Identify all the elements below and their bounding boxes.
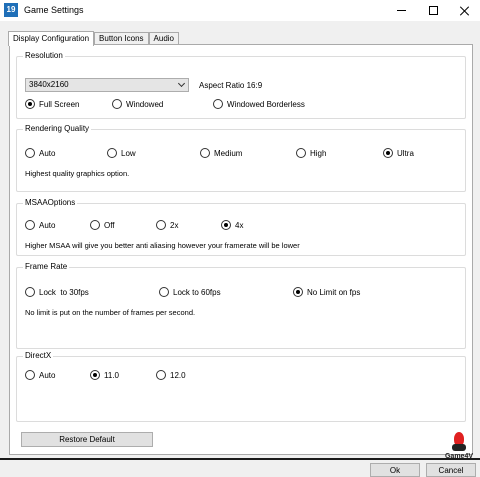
radio-button-icon: [156, 370, 166, 380]
radio-quality-high[interactable]: High: [296, 148, 326, 158]
radio-label: High: [310, 148, 327, 158]
radio-button-icon: [159, 287, 169, 297]
radio-label: Ultra: [397, 148, 414, 158]
restore-default-button[interactable]: Restore Default: [21, 432, 153, 447]
radio-button-icon: [90, 370, 100, 380]
tab-display-configuration[interactable]: Display Configuration: [8, 31, 95, 46]
minimize-icon: [396, 10, 406, 11]
close-icon: [460, 6, 470, 16]
radio-frame-lock-30[interactable]: Lock to 30fps: [25, 287, 89, 297]
radio-frame-lock-60[interactable]: Lock to 60fps: [159, 287, 221, 297]
footer-divider: [0, 458, 480, 460]
radio-label: 4x: [235, 220, 244, 230]
radio-windowed[interactable]: Windowed: [112, 99, 163, 109]
radio-quality-low[interactable]: Low: [107, 148, 136, 158]
directx-group: DirectX Auto 11.0 12.0: [16, 351, 466, 422]
radio-button-icon: [25, 220, 35, 230]
radio-button-icon: [25, 148, 35, 158]
radio-label: No Limit on fps: [307, 287, 361, 297]
radio-button-icon: [90, 220, 100, 230]
radio-full-screen[interactable]: Full Screen: [25, 99, 79, 109]
radio-label: 2x: [170, 220, 179, 230]
radio-label: Windowed: [126, 99, 164, 109]
minimize-button[interactable]: [385, 0, 417, 21]
radio-directx-12[interactable]: 12.0: [156, 370, 186, 380]
radio-msaa-4x[interactable]: 4x: [221, 220, 243, 230]
frame-rate-group: Frame Rate Lock to 30fps Lock to 60fps N…: [16, 262, 466, 349]
directx-title: DirectX: [23, 351, 54, 360]
resolution-select[interactable]: 3840x2160: [25, 78, 189, 92]
resolution-group: Resolution 3840x2160 Aspect Ratio 16:9 F…: [16, 51, 466, 119]
watermark-text: Game4V: [444, 453, 474, 460]
radio-label: 12.0: [170, 370, 186, 380]
radio-button-icon: [213, 99, 223, 109]
radio-button-icon: [25, 370, 35, 380]
chevron-down-icon: [177, 79, 186, 88]
radio-label: Off: [104, 220, 115, 230]
frame-rate-description: No limit is put on the number of frames …: [25, 308, 196, 317]
radio-button-icon: [200, 148, 210, 158]
radio-label: Lock to 60fps: [173, 287, 221, 297]
tab-strip: Display Configuration Button Icons Audio: [8, 30, 179, 46]
msaa-title: MSAAOptions: [23, 198, 78, 207]
radio-msaa-off[interactable]: Off: [90, 220, 115, 230]
radio-label: Medium: [214, 148, 243, 158]
radio-quality-ultra[interactable]: Ultra: [383, 148, 414, 158]
rendering-quality-group: Rendering Quality Auto Low Medium High U…: [16, 124, 466, 192]
rendering-quality-description: Highest quality graphics option.: [25, 169, 130, 178]
app-icon: 19: [4, 3, 18, 17]
cancel-button[interactable]: Cancel: [426, 463, 476, 477]
radio-button-icon: [25, 99, 35, 109]
msaa-group: MSAAOptions Auto Off 2x 4x Higher MSAA w…: [16, 198, 466, 256]
radio-button-icon: [383, 148, 393, 158]
radio-label: Windowed Borderless: [227, 99, 305, 109]
radio-windowed-borderless[interactable]: Windowed Borderless: [213, 99, 305, 109]
radio-label: Auto: [39, 148, 56, 158]
radio-label: Full Screen: [39, 99, 80, 109]
radio-label: Auto: [39, 220, 56, 230]
radio-msaa-2x[interactable]: 2x: [156, 220, 178, 230]
radio-button-icon: [156, 220, 166, 230]
frame-rate-title: Frame Rate: [23, 262, 70, 271]
close-button[interactable]: [449, 0, 480, 21]
radio-button-icon: [25, 287, 35, 297]
radio-frame-no-limit[interactable]: No Limit on fps: [293, 287, 360, 297]
radio-directx-auto[interactable]: Auto: [25, 370, 55, 380]
radio-button-icon: [293, 287, 303, 297]
radio-quality-auto[interactable]: Auto: [25, 148, 55, 158]
radio-label: 11.0: [104, 370, 119, 380]
watermark: Game4V: [440, 432, 478, 460]
ok-button[interactable]: Ok: [370, 463, 420, 477]
window-title: Game Settings: [24, 5, 84, 15]
radio-button-icon: [221, 220, 231, 230]
radio-quality-medium[interactable]: Medium: [200, 148, 242, 158]
radio-button-icon: [296, 148, 306, 158]
radio-msaa-auto[interactable]: Auto: [25, 220, 55, 230]
aspect-ratio-label: Aspect Ratio 16:9: [199, 81, 263, 90]
tab-panel: Resolution 3840x2160 Aspect Ratio 16:9 F…: [9, 44, 473, 455]
resolution-value: 3840x2160: [29, 80, 69, 89]
radio-label: Lock to 30fps: [39, 287, 89, 297]
radio-label: Auto: [39, 370, 56, 380]
maximize-button[interactable]: [417, 0, 449, 21]
rendering-quality-title: Rendering Quality: [23, 124, 92, 133]
radio-directx-11[interactable]: 11.0: [90, 370, 119, 380]
msaa-description: Higher MSAA will give you better anti al…: [25, 241, 300, 250]
watermark-logo-icon: [452, 432, 466, 452]
radio-button-icon: [107, 148, 117, 158]
radio-button-icon: [112, 99, 122, 109]
radio-label: Low: [121, 148, 136, 158]
maximize-icon: [428, 6, 438, 15]
resolution-title: Resolution: [23, 51, 65, 60]
title-bar: 19 Game Settings: [0, 0, 480, 21]
